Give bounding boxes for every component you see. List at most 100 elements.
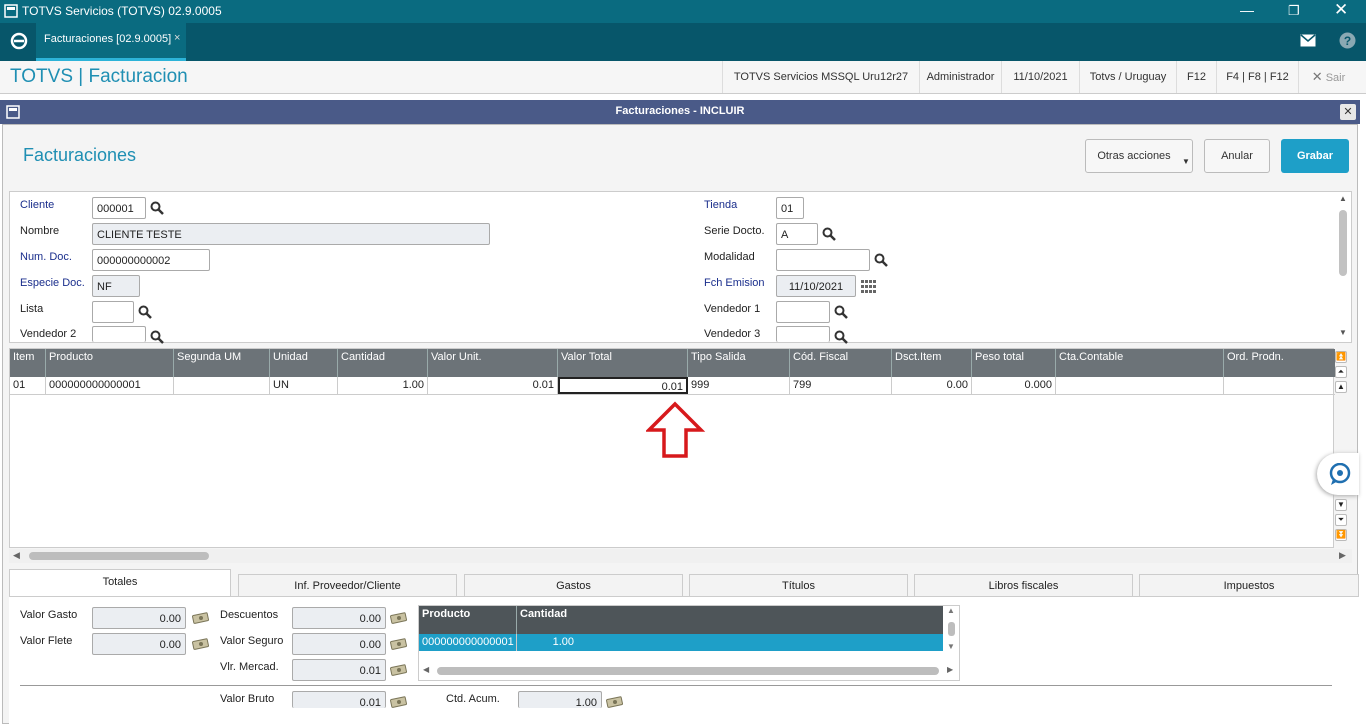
cell-cantidad[interactable]: 1.00 [338, 377, 428, 394]
chat-assistant-button[interactable] [1317, 453, 1359, 495]
money-icon[interactable] [390, 664, 408, 676]
date-info[interactable]: 11/10/2021 [1001, 61, 1079, 93]
mini-cell-producto[interactable]: 000000000000001 [419, 634, 517, 651]
search-icon[interactable] [874, 253, 888, 267]
table-row[interactable]: 01 000000000000001 UN 1.00 0.01 0.01 999… [10, 377, 1335, 395]
scroll-right-icon[interactable]: ▶ [947, 665, 953, 674]
col-header-segunda-um[interactable]: Segunda UM [174, 349, 270, 377]
cell-unidad[interactable]: UN [270, 377, 338, 394]
money-icon[interactable] [192, 638, 210, 650]
col-header-valor-total[interactable]: Valor Total [558, 349, 688, 377]
scroll-thumb[interactable] [948, 622, 955, 636]
prev-page-icon[interactable]: ⏶ [1335, 366, 1347, 378]
tab-close-icon[interactable]: × [174, 32, 180, 44]
col-header-valor-unit[interactable]: Valor Unit. [428, 349, 558, 377]
money-icon[interactable] [606, 696, 624, 708]
col-header-unidad[interactable]: Unidad [270, 349, 338, 377]
mini-col-header-producto[interactable]: Producto [419, 606, 517, 634]
fchemision-input[interactable]: 11/10/2021 [776, 275, 856, 297]
cell-dsct-item[interactable]: 0.00 [892, 377, 972, 394]
cell-valor-unit[interactable]: 0.01 [428, 377, 558, 394]
restore-button[interactable]: ❐ [1288, 3, 1300, 19]
vlr-mercad-input[interactable]: 0.01 [292, 659, 386, 681]
first-row-icon[interactable]: ⏫ [1335, 351, 1347, 363]
vendedor3-input[interactable] [776, 326, 830, 342]
nombre-input[interactable]: CLIENTE TESTE [92, 223, 490, 245]
scroll-right-icon[interactable]: ▶ [1339, 550, 1346, 561]
money-icon[interactable] [390, 638, 408, 650]
vendedor1-input[interactable] [776, 301, 830, 323]
cell-tipo-salida[interactable]: 999 [688, 377, 790, 394]
vendedor2-input[interactable] [92, 326, 146, 342]
search-icon[interactable] [138, 305, 152, 319]
anular-button[interactable]: Anular [1204, 139, 1270, 173]
cell-peso-total[interactable]: 0.000 [972, 377, 1056, 394]
valor-flete-input[interactable]: 0.00 [92, 633, 186, 655]
money-icon[interactable] [390, 696, 408, 708]
grid-hscrollbar[interactable]: ◀ ▶ [9, 549, 1352, 563]
valor-seguro-input[interactable]: 0.00 [292, 633, 386, 655]
cell-ord-prodn[interactable] [1224, 377, 1335, 394]
mini-vscrollbar[interactable]: ▲ ▼ [945, 606, 959, 654]
table-row[interactable]: 000000000000001 1.00 [419, 634, 943, 651]
hscroll-thumb[interactable] [29, 552, 209, 560]
descuentos-input[interactable]: 0.00 [292, 607, 386, 629]
shortcuts-info[interactable]: F4 | F8 | F12 [1216, 61, 1298, 93]
mail-icon[interactable] [1300, 34, 1316, 47]
mini-hscrollbar[interactable]: ◀ ▶ [419, 664, 959, 678]
col-header-peso-total[interactable]: Peso total [972, 349, 1056, 377]
mini-cell-cantidad[interactable]: 1.00 [517, 634, 577, 651]
close-window-button[interactable]: ✕ [1334, 0, 1348, 20]
col-header-tipo-salida[interactable]: Tipo Salida [688, 349, 790, 377]
col-header-item[interactable]: Item [10, 349, 46, 377]
lista-input[interactable] [92, 301, 134, 323]
cell-segunda-um[interactable] [174, 377, 270, 394]
search-icon[interactable] [150, 201, 164, 215]
ctd-acum-input[interactable]: 1.00 [518, 691, 602, 708]
scroll-down-icon[interactable]: ▼ [947, 642, 955, 651]
minimize-button[interactable]: — [1240, 2, 1254, 18]
col-header-ord-prodn[interactable]: Ord. Prodn. [1224, 349, 1335, 377]
prev-row-icon[interactable]: ▲ [1335, 381, 1347, 393]
dialog-close-button[interactable]: ✕ [1340, 104, 1356, 120]
cell-cta-contable[interactable] [1056, 377, 1224, 394]
next-row-icon[interactable]: ▼ [1335, 499, 1347, 511]
money-icon[interactable] [192, 612, 210, 624]
next-page-icon[interactable]: ⏷ [1335, 514, 1347, 526]
hscroll-thumb[interactable] [437, 667, 939, 675]
otras-acciones-button[interactable]: Otras acciones ▼ [1085, 139, 1193, 173]
modalidad-input[interactable] [776, 249, 870, 271]
scroll-up-icon[interactable]: ▲ [1339, 194, 1347, 203]
money-icon[interactable] [390, 612, 408, 624]
tab-gastos[interactable]: Gastos [464, 574, 683, 596]
user-info[interactable]: Administrador [919, 61, 1001, 93]
tab-titulos[interactable]: Títulos [689, 574, 908, 596]
form-scrollbar[interactable]: ▲ ▼ [1337, 194, 1349, 340]
tab-totales[interactable]: Totales [9, 569, 231, 596]
cell-producto[interactable]: 000000000000001 [46, 377, 174, 394]
serie-input[interactable]: A [776, 223, 818, 245]
col-header-cod-fiscal[interactable]: Cód. Fiscal [790, 349, 892, 377]
search-icon[interactable] [834, 330, 848, 344]
valor-bruto-input[interactable]: 0.01 [292, 691, 386, 708]
valor-gasto-input[interactable]: 0.00 [92, 607, 186, 629]
col-header-cantidad[interactable]: Cantidad [338, 349, 428, 377]
scroll-up-icon[interactable]: ▲ [947, 606, 955, 615]
tab-libros-fiscales[interactable]: Libros fiscales [914, 574, 1133, 596]
tab-inf-proveedor[interactable]: Inf. Proveedor/Cliente [238, 574, 457, 596]
search-icon[interactable] [834, 305, 848, 319]
especie-input[interactable]: NF [92, 275, 140, 297]
scroll-left-icon[interactable]: ◀ [423, 665, 429, 674]
cell-valor-total[interactable]: 0.01 [558, 377, 688, 394]
search-icon[interactable] [150, 330, 164, 344]
grabar-button[interactable]: Grabar [1281, 139, 1349, 173]
col-header-cta-contable[interactable]: Cta.Contable [1056, 349, 1224, 377]
tab-facturaciones[interactable]: Facturaciones [02.9.0005] × [36, 23, 186, 61]
tab-impuestos[interactable]: Impuestos [1139, 574, 1359, 596]
scroll-thumb[interactable] [1339, 210, 1347, 276]
exit-button[interactable]: ✕ Sair [1298, 61, 1358, 93]
scroll-left-icon[interactable]: ◀ [13, 550, 20, 561]
search-icon[interactable] [822, 227, 836, 241]
cell-item[interactable]: 01 [10, 377, 46, 394]
calendar-icon[interactable] [861, 280, 877, 293]
